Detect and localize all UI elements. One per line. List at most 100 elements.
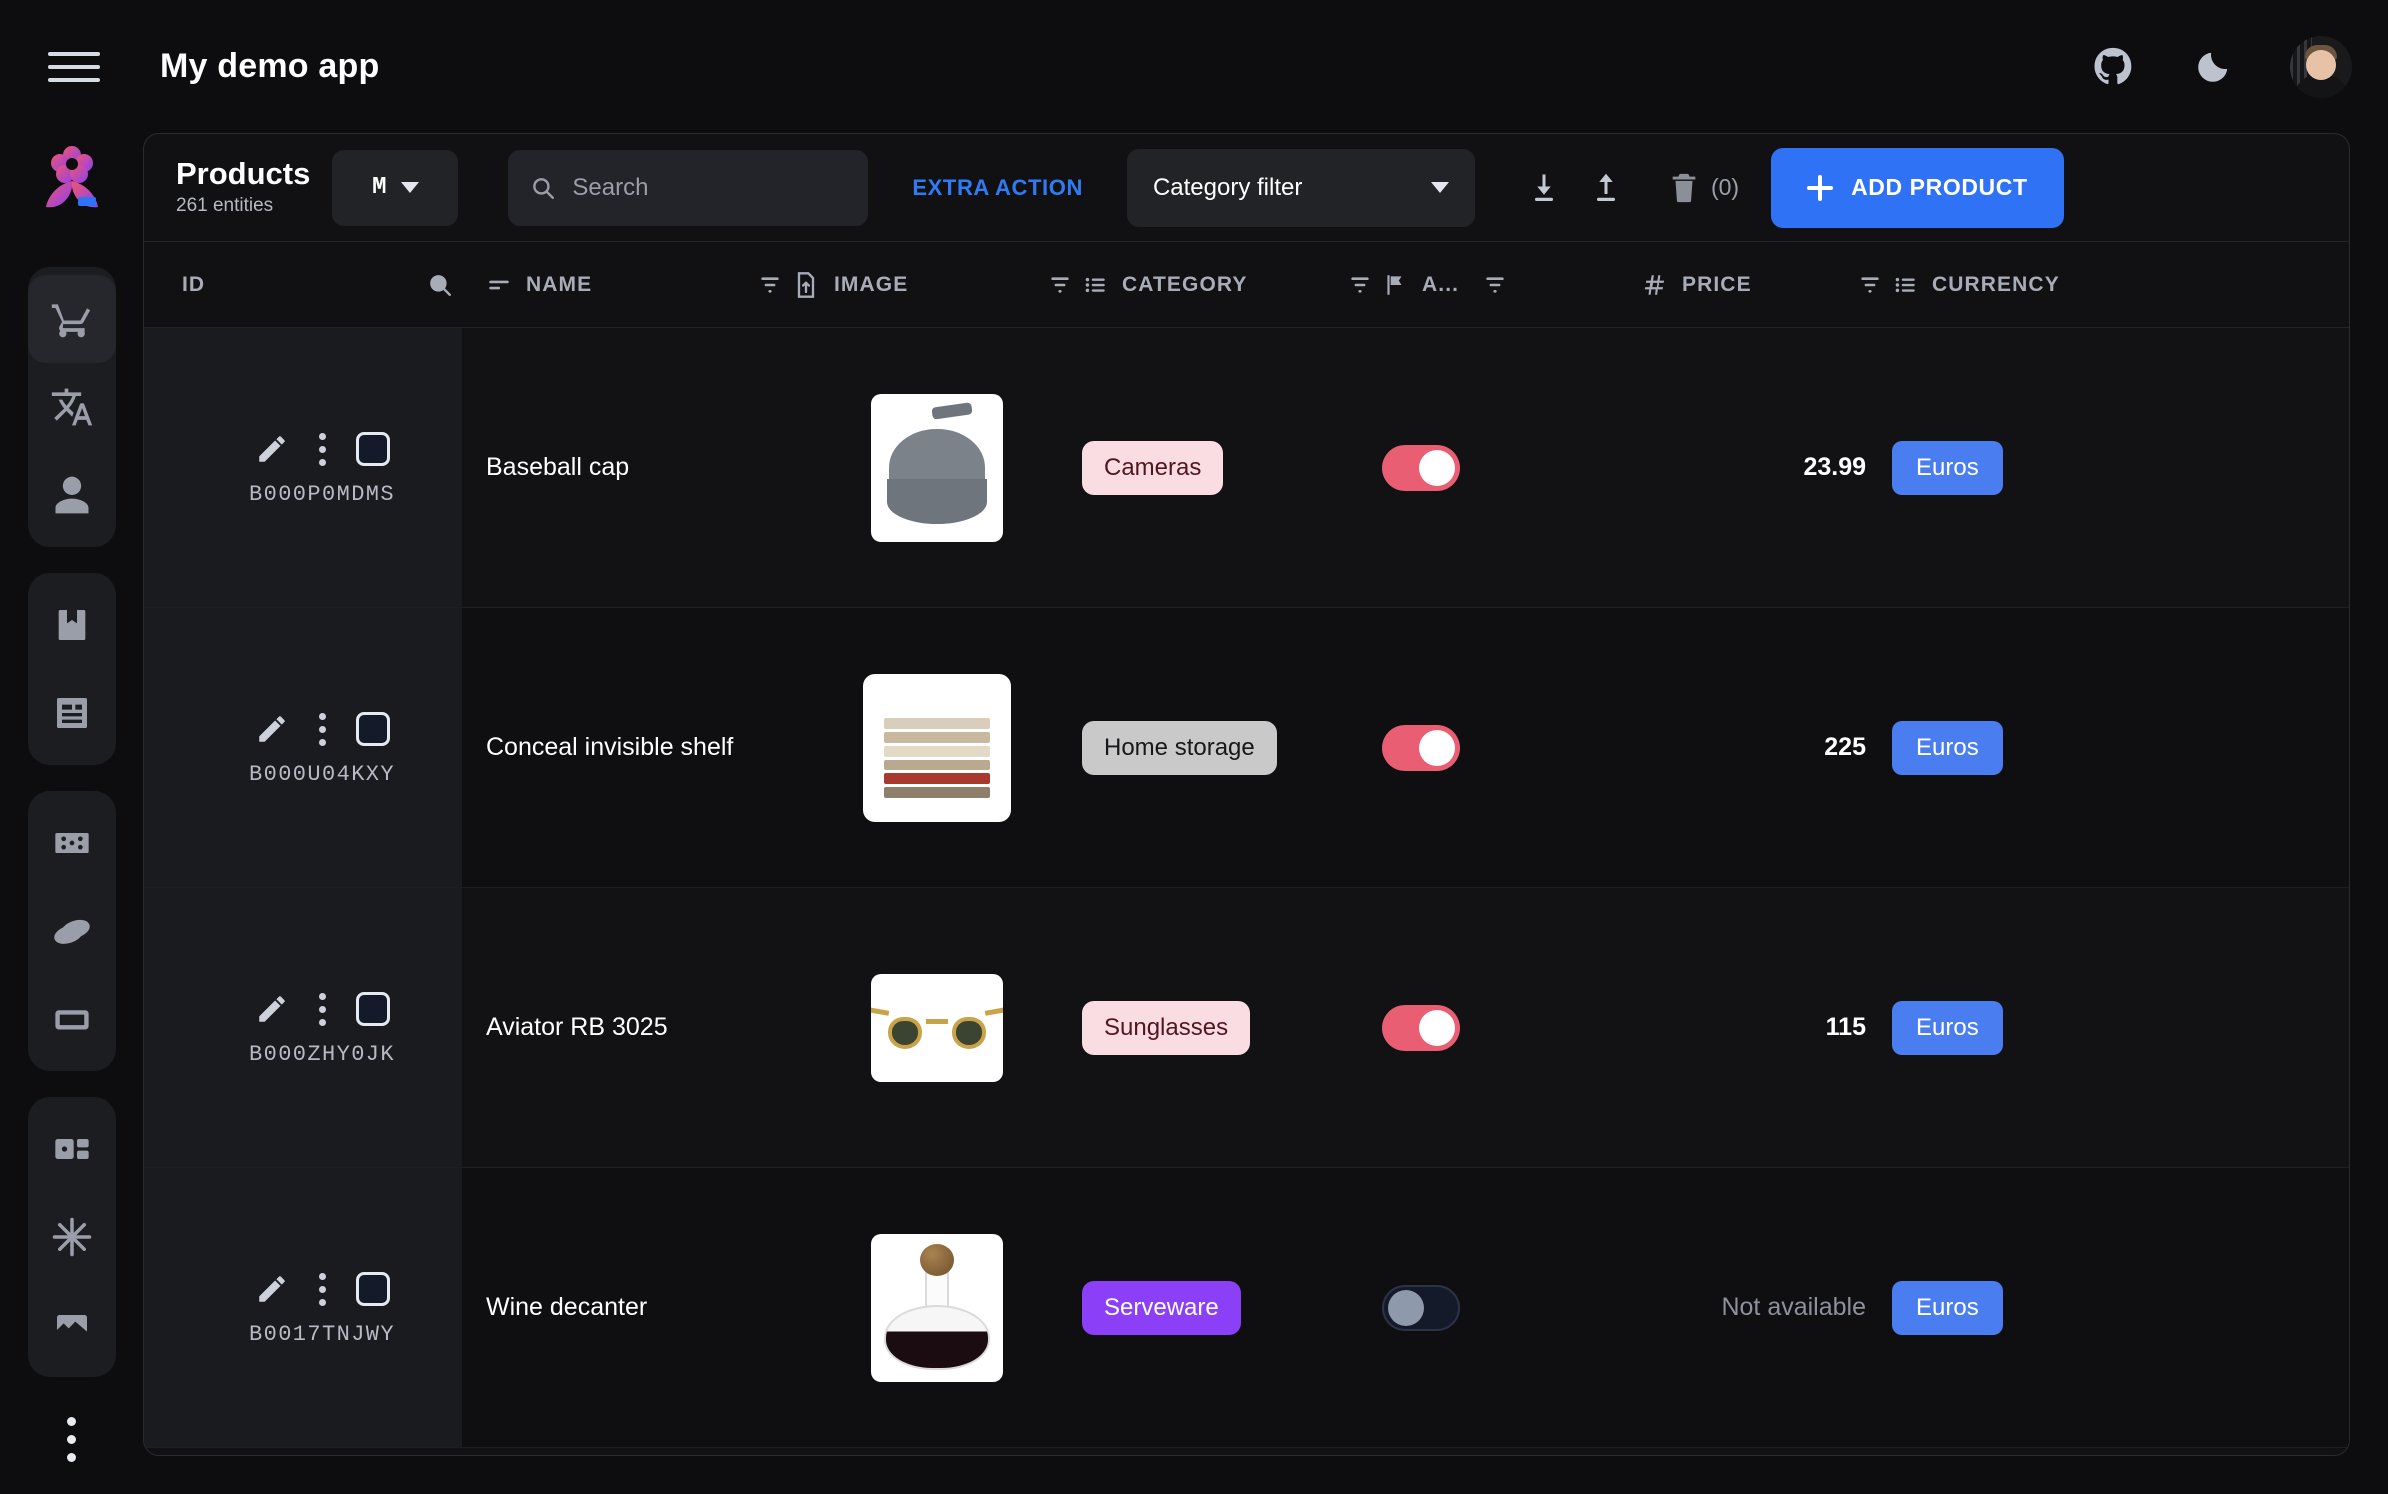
pencil-icon[interactable] bbox=[255, 712, 289, 746]
flower-logo[interactable] bbox=[42, 141, 102, 211]
row-id-text: B000U04KXY bbox=[249, 762, 395, 787]
row-size-select[interactable]: M bbox=[332, 150, 458, 226]
row-checkbox[interactable] bbox=[356, 1272, 390, 1306]
availability-toggle[interactable] bbox=[1382, 1285, 1460, 1331]
table-row[interactable]: B000P0MDMS Baseball cap Cameras 23.99 bbox=[144, 328, 2349, 608]
row-actions bbox=[255, 989, 390, 1030]
hamburger-menu-icon[interactable] bbox=[48, 47, 100, 87]
sidebar-item-dice[interactable] bbox=[28, 799, 116, 887]
row-actions bbox=[255, 1269, 390, 1310]
table-row[interactable]: B000U04KXY Conceal invisible shelf Home … bbox=[144, 608, 2349, 888]
avatar-face bbox=[2306, 50, 2336, 80]
column-header-price[interactable]: PRICE bbox=[1642, 272, 1892, 298]
product-thumbnail-books bbox=[863, 674, 1011, 822]
row-image-cell[interactable] bbox=[792, 328, 1082, 607]
row-image-cell[interactable] bbox=[792, 1168, 1082, 1447]
sidebar-item-dashboard[interactable] bbox=[28, 1105, 116, 1193]
category-filter-icon[interactable] bbox=[1338, 272, 1382, 298]
row-image-cell[interactable] bbox=[792, 608, 1082, 887]
sidebar-item-snowflake[interactable] bbox=[28, 1193, 116, 1281]
column-header-currency[interactable]: CURRENCY bbox=[1892, 272, 2122, 298]
more-vertical-icon[interactable] bbox=[315, 709, 330, 750]
column-header-name[interactable]: NAME bbox=[462, 272, 792, 298]
pencil-icon[interactable] bbox=[255, 432, 289, 466]
id-search-icon[interactable] bbox=[418, 272, 462, 298]
product-thumbnail-baseball-cap bbox=[871, 394, 1003, 542]
sidebar-group-4 bbox=[28, 1097, 116, 1377]
price-filter-icon[interactable] bbox=[1848, 272, 1892, 298]
chevron-down-icon bbox=[401, 182, 419, 193]
pencil-icon[interactable] bbox=[255, 1272, 289, 1306]
row-id-cell: B000P0MDMS bbox=[144, 328, 462, 607]
more-vertical-icon[interactable] bbox=[315, 989, 330, 1030]
category-badge[interactable]: Sunglasses bbox=[1082, 1001, 1250, 1055]
flag-icon bbox=[1382, 272, 1408, 298]
row-currency-cell: Euros bbox=[1892, 328, 2122, 607]
row-id-cell: B000U04KXY bbox=[144, 608, 462, 887]
add-product-button[interactable]: ADD PRODUCT bbox=[1771, 148, 2064, 228]
search-icon bbox=[530, 173, 556, 203]
row-currency-cell: Euros bbox=[1892, 888, 2122, 1167]
row-checkbox[interactable] bbox=[356, 712, 390, 746]
row-image-cell[interactable] bbox=[792, 888, 1082, 1167]
more-vertical-icon[interactable] bbox=[315, 1269, 330, 1310]
column-header-image[interactable]: IMAGE bbox=[792, 271, 1082, 299]
sidebar-item-screen[interactable] bbox=[28, 975, 116, 1063]
pencil-icon[interactable] bbox=[255, 992, 289, 1026]
image-icon bbox=[52, 1305, 92, 1345]
more-vertical-icon[interactable] bbox=[315, 429, 330, 470]
upload-button[interactable] bbox=[1575, 157, 1637, 219]
sidebar-item-users[interactable] bbox=[28, 451, 116, 539]
sidebar-item-products[interactable] bbox=[28, 275, 116, 363]
availability-toggle[interactable] bbox=[1382, 1005, 1460, 1051]
column-header-id[interactable]: ID bbox=[144, 272, 462, 298]
currency-button[interactable]: Euros bbox=[1892, 1001, 2003, 1055]
row-checkbox[interactable] bbox=[356, 432, 390, 466]
category-filter-select[interactable]: Category filter bbox=[1127, 149, 1475, 227]
currency-button[interactable]: Euros bbox=[1892, 441, 2003, 495]
search-input[interactable] bbox=[572, 174, 846, 202]
user-avatar[interactable] bbox=[2290, 36, 2352, 98]
sidebar-item-blog[interactable] bbox=[28, 581, 116, 669]
github-icon[interactable] bbox=[2090, 44, 2136, 90]
name-filter-icon[interactable] bbox=[748, 272, 792, 298]
column-label-available: A... bbox=[1422, 273, 1459, 297]
app-title: My demo app bbox=[160, 47, 379, 86]
category-badge[interactable]: Serveware bbox=[1082, 1281, 1241, 1335]
sidebar-item-gallery[interactable] bbox=[28, 1281, 116, 1369]
row-checkbox[interactable] bbox=[356, 992, 390, 1026]
text-icon bbox=[486, 272, 512, 298]
category-badge[interactable]: Cameras bbox=[1082, 441, 1223, 495]
sidebar-item-rings[interactable] bbox=[28, 887, 116, 975]
available-filter-icon[interactable] bbox=[1473, 272, 1517, 298]
availability-toggle[interactable] bbox=[1382, 725, 1460, 771]
column-header-category[interactable]: CATEGORY bbox=[1082, 272, 1382, 298]
more-vertical-icon[interactable] bbox=[67, 1417, 76, 1462]
category-badge[interactable]: Home storage bbox=[1082, 721, 1277, 775]
currency-button[interactable]: Euros bbox=[1892, 1281, 2003, 1335]
sidebar-item-translations[interactable] bbox=[28, 363, 116, 451]
row-id-cell: B0017TNJWY bbox=[144, 1168, 462, 1447]
availability-toggle[interactable] bbox=[1382, 445, 1460, 491]
sidebar-item-articles[interactable] bbox=[28, 669, 116, 757]
column-header-available[interactable]: A... bbox=[1382, 272, 1642, 298]
row-actions bbox=[255, 709, 390, 750]
row-id-text: B000ZHY0JK bbox=[249, 1042, 395, 1067]
plus-icon bbox=[1807, 175, 1833, 201]
list-icon bbox=[1892, 272, 1918, 298]
currency-button[interactable]: Euros bbox=[1892, 721, 2003, 775]
download-button[interactable] bbox=[1513, 157, 1575, 219]
page-title: Products 261 entities bbox=[176, 158, 310, 217]
table-row[interactable]: B0017TNJWY Wine decanter Serveware Not bbox=[144, 1168, 2349, 1448]
sidebar-group-1 bbox=[28, 267, 116, 547]
extra-action-button[interactable]: EXTRA ACTION bbox=[912, 175, 1083, 201]
delete-selected-button[interactable]: (0) bbox=[1667, 171, 1739, 205]
list-icon bbox=[1082, 272, 1108, 298]
row-name: Baseball cap bbox=[462, 328, 792, 607]
moon-icon[interactable] bbox=[2190, 44, 2236, 90]
page-title-text: Products bbox=[176, 158, 310, 191]
image-filter-icon[interactable] bbox=[1038, 272, 1082, 298]
table-row[interactable]: B000ZHY0JK Aviator RB 3025 Sunglasses bbox=[144, 888, 2349, 1168]
search-box[interactable] bbox=[508, 150, 868, 226]
column-label-image: IMAGE bbox=[834, 273, 908, 297]
